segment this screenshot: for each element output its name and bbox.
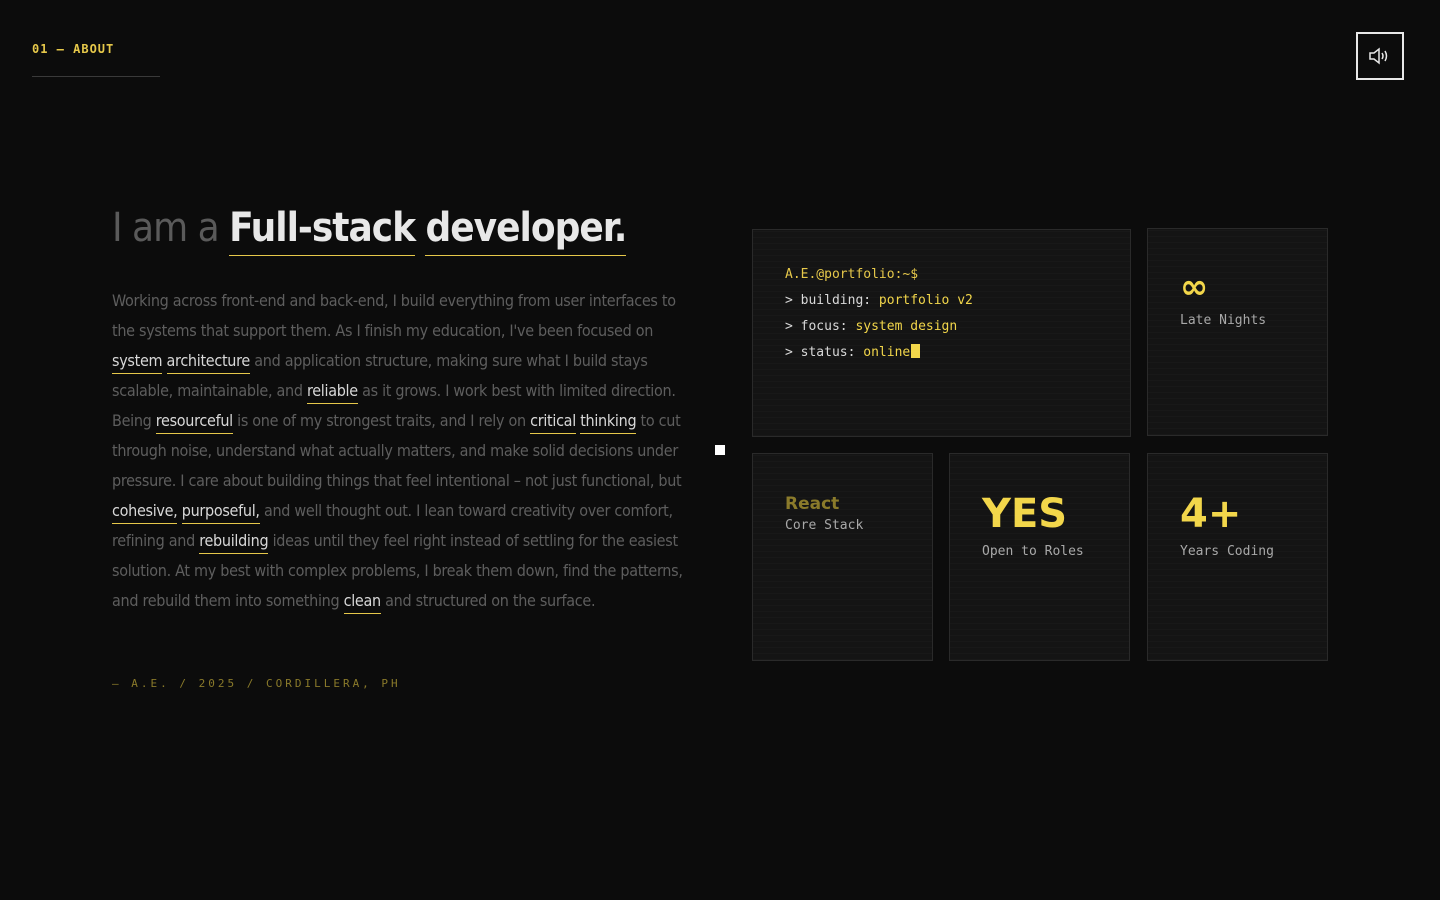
- terminal-card: A.E.@portfolio:~$ > building: portfolio …: [752, 229, 1131, 437]
- headline-highlight: developer.: [425, 205, 627, 256]
- bio-keyword: cohesive,: [112, 501, 178, 524]
- page-headline: I am a Full-stack developer.: [112, 205, 627, 256]
- stat-value: ∞: [1180, 267, 1209, 307]
- stat-value: YES: [982, 491, 1068, 537]
- stat-value: React: [785, 494, 840, 514]
- stat-card-core-stack: React Core Stack: [752, 453, 933, 661]
- terminal-value: system design: [855, 319, 958, 334]
- bio-keyword: purposeful,: [181, 501, 260, 524]
- stat-label: Years Coding: [1180, 544, 1274, 559]
- bio-keyword: architecture: [166, 351, 250, 374]
- section-label: 01 — ABOUT: [32, 42, 115, 56]
- terminal-value: online: [863, 345, 911, 360]
- bio-paragraph: Working across front-end and back-end, I…: [112, 286, 702, 616]
- bio-text: and structured on the surface.: [380, 591, 596, 610]
- terminal-line: > status: online: [785, 340, 1098, 366]
- bio-text: Working across front-end and back-end, I…: [112, 291, 676, 340]
- terminal-value: portfolio v2: [878, 293, 973, 308]
- terminal-key: > status:: [785, 345, 856, 360]
- stat-value: 4+: [1180, 491, 1242, 537]
- stat-label: Open to Roles: [982, 544, 1084, 559]
- terminal-prompt: A.E.@portfolio:~$: [785, 267, 919, 282]
- terminal-key: > focus:: [785, 319, 848, 334]
- stat-card-years-coding: 4+ Years Coding: [1147, 453, 1328, 661]
- headline-prefix: I am a: [112, 205, 220, 251]
- bio-keyword: rebuilding: [199, 531, 269, 554]
- bio-keyword: clean: [343, 591, 381, 614]
- about-page: 01 — ABOUT I am a Full-stack developer. …: [0, 0, 1440, 900]
- headline-highlight: Full-stack: [229, 205, 416, 256]
- stat-label: Late Nights: [1180, 313, 1267, 328]
- bio-keyword: resourceful: [155, 411, 233, 434]
- terminal-key: > building:: [785, 293, 872, 308]
- signature: — A.E. / 2025 / CORDILLERA, PH: [112, 677, 401, 690]
- bio-keyword: reliable: [306, 381, 358, 404]
- stat-label: Core Stack: [785, 518, 864, 533]
- bio-keyword: system: [112, 351, 163, 374]
- bio-text: [162, 351, 166, 370]
- section-divider: [32, 76, 160, 77]
- stat-card-open-to-roles: YES Open to Roles: [949, 453, 1130, 661]
- bio-text: is one of my strongest traits, and I rel…: [232, 411, 531, 430]
- bio-keyword: critical: [530, 411, 576, 434]
- sound-toggle-button[interactable]: [1356, 32, 1404, 80]
- stat-card-late-nights: ∞ Late Nights: [1147, 228, 1328, 436]
- cursor-dot: [715, 445, 725, 455]
- terminal-cursor: [911, 344, 921, 358]
- terminal-line: > focus: system design: [785, 314, 1098, 340]
- bio-keyword: thinking: [580, 411, 637, 434]
- speaker-icon: [1369, 47, 1388, 65]
- terminal-line: > building: portfolio v2: [785, 288, 1098, 314]
